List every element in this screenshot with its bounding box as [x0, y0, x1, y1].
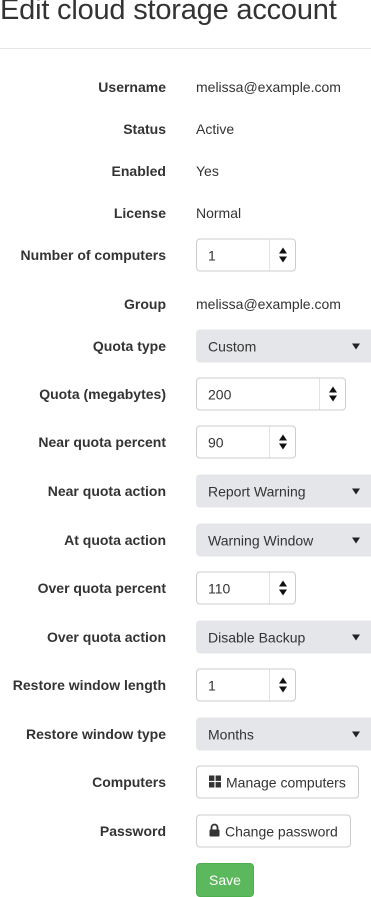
restore-window-length-stepper[interactable] — [269, 669, 295, 701]
near-quota-percent-row: Near quota percent 90 — [0, 425, 371, 459]
username-label: Username — [98, 79, 166, 95]
increment-arrow-icon[interactable] — [278, 434, 287, 441]
group-label: Group — [124, 296, 166, 312]
over-quota-action-row: Over quota action Disable Backup — [0, 620, 371, 654]
over-quota-percent-input[interactable]: 110 — [196, 571, 296, 605]
near-quota-action-select[interactable]: Report Warning — [196, 474, 371, 508]
restore-window-type-selected: Months — [208, 726, 254, 742]
change-password-button[interactable]: Change password — [196, 814, 351, 848]
save-button[interactable]: Save — [196, 863, 254, 897]
decrement-arrow-icon[interactable] — [278, 443, 287, 450]
near-quota-action-row: Near quota action Report Warning — [0, 474, 371, 508]
quota-megabytes-row: Quota (megabytes) 200 — [0, 377, 371, 411]
number-of-computers-value: 1 — [208, 247, 216, 263]
number-of-computers-input[interactable]: 1 — [196, 238, 296, 272]
enabled-value: Yes — [196, 163, 219, 179]
increment-arrow-icon[interactable] — [278, 580, 287, 587]
restore-window-type-select[interactable]: Months — [196, 717, 371, 751]
quota-megabytes-stepper[interactable] — [319, 378, 345, 410]
quota-type-label: Quota type — [92, 338, 166, 354]
number-of-computers-stepper[interactable] — [269, 239, 295, 271]
quota-type-selected: Custom — [208, 338, 257, 354]
caret-down-icon — [352, 537, 360, 543]
manage-computers-button[interactable]: Manage computers — [196, 765, 359, 799]
near-quota-action-label: Near quota action — [47, 483, 166, 499]
group-value: melissa@example.com — [196, 296, 341, 312]
at-quota-action-label: At quota action — [64, 532, 166, 548]
enabled-label: Enabled — [111, 163, 166, 179]
number-of-computers-row: Number of computers 1 — [0, 238, 371, 272]
restore-window-length-label: Restore window length — [12, 677, 166, 693]
username-row: Username melissa@example.com — [0, 72, 371, 102]
number-of-computers-label: Number of computers — [20, 247, 166, 263]
over-quota-percent-stepper[interactable] — [269, 572, 295, 604]
decrement-arrow-icon[interactable] — [278, 589, 287, 596]
license-label: License — [113, 205, 166, 221]
restore-window-length-input[interactable]: 1 — [196, 668, 296, 702]
caret-down-icon — [352, 488, 360, 494]
near-quota-percent-label: Near quota percent — [38, 434, 166, 450]
change-password-label: Change password — [225, 823, 338, 839]
quota-megabytes-value: 200 — [208, 386, 232, 402]
caret-down-icon — [352, 634, 360, 640]
group-row: Group melissa@example.com — [0, 289, 371, 319]
lock-icon — [209, 823, 220, 839]
manage-computers-label: Manage computers — [226, 774, 346, 790]
near-quota-percent-input[interactable]: 90 — [196, 425, 296, 459]
computers-row: Computers Manage computers — [0, 765, 371, 799]
over-quota-action-label: Over quota action — [46, 629, 166, 645]
decrement-arrow-icon[interactable] — [278, 256, 287, 263]
password-label: Password — [99, 823, 166, 839]
at-quota-action-select[interactable]: Warning Window — [196, 523, 371, 557]
decrement-arrow-icon[interactable] — [278, 686, 287, 693]
status-value: Active — [196, 121, 235, 137]
windows-icon — [209, 774, 221, 790]
status-label: Status — [123, 121, 166, 137]
restore-window-type-row: Restore window type Months — [0, 717, 371, 751]
enabled-row: Enabled Yes — [0, 156, 371, 186]
quota-type-select[interactable]: Custom — [196, 329, 371, 363]
quota-megabytes-label: Quota (megabytes) — [39, 386, 166, 402]
password-row: Password Change password — [0, 814, 371, 848]
increment-arrow-icon[interactable] — [278, 677, 287, 684]
page-title: Edit cloud storage account — [0, 0, 337, 26]
quota-megabytes-input[interactable]: 200 — [196, 377, 346, 411]
restore-window-type-label: Restore window type — [25, 726, 166, 742]
username-value: melissa@example.com — [196, 79, 341, 95]
at-quota-action-row: At quota action Warning Window — [0, 523, 371, 557]
caret-down-icon — [352, 731, 360, 737]
over-quota-percent-value: 110 — [208, 580, 231, 596]
computers-label: Computers — [92, 774, 166, 790]
decrement-arrow-icon[interactable] — [328, 395, 337, 402]
near-quota-action-selected: Report Warning — [208, 483, 306, 499]
restore-window-length-value: 1 — [208, 677, 216, 693]
caret-down-icon — [352, 343, 360, 349]
license-row: License Normal — [0, 198, 371, 228]
increment-arrow-icon[interactable] — [328, 386, 337, 393]
at-quota-action-selected: Warning Window — [208, 532, 314, 548]
near-quota-percent-stepper[interactable] — [269, 426, 295, 458]
increment-arrow-icon[interactable] — [278, 247, 287, 254]
over-quota-action-select[interactable]: Disable Backup — [196, 620, 371, 654]
over-quota-percent-label: Over quota percent — [37, 580, 166, 596]
over-quota-percent-row: Over quota percent 110 — [0, 571, 371, 605]
near-quota-percent-value: 90 — [208, 434, 224, 450]
restore-window-length-row: Restore window length 1 — [0, 668, 371, 702]
license-value: Normal — [196, 205, 242, 221]
title-divider — [0, 48, 371, 49]
quota-type-row: Quota type Custom — [0, 329, 371, 363]
status-row: Status Active — [0, 114, 371, 144]
over-quota-action-selected: Disable Backup — [208, 629, 306, 645]
